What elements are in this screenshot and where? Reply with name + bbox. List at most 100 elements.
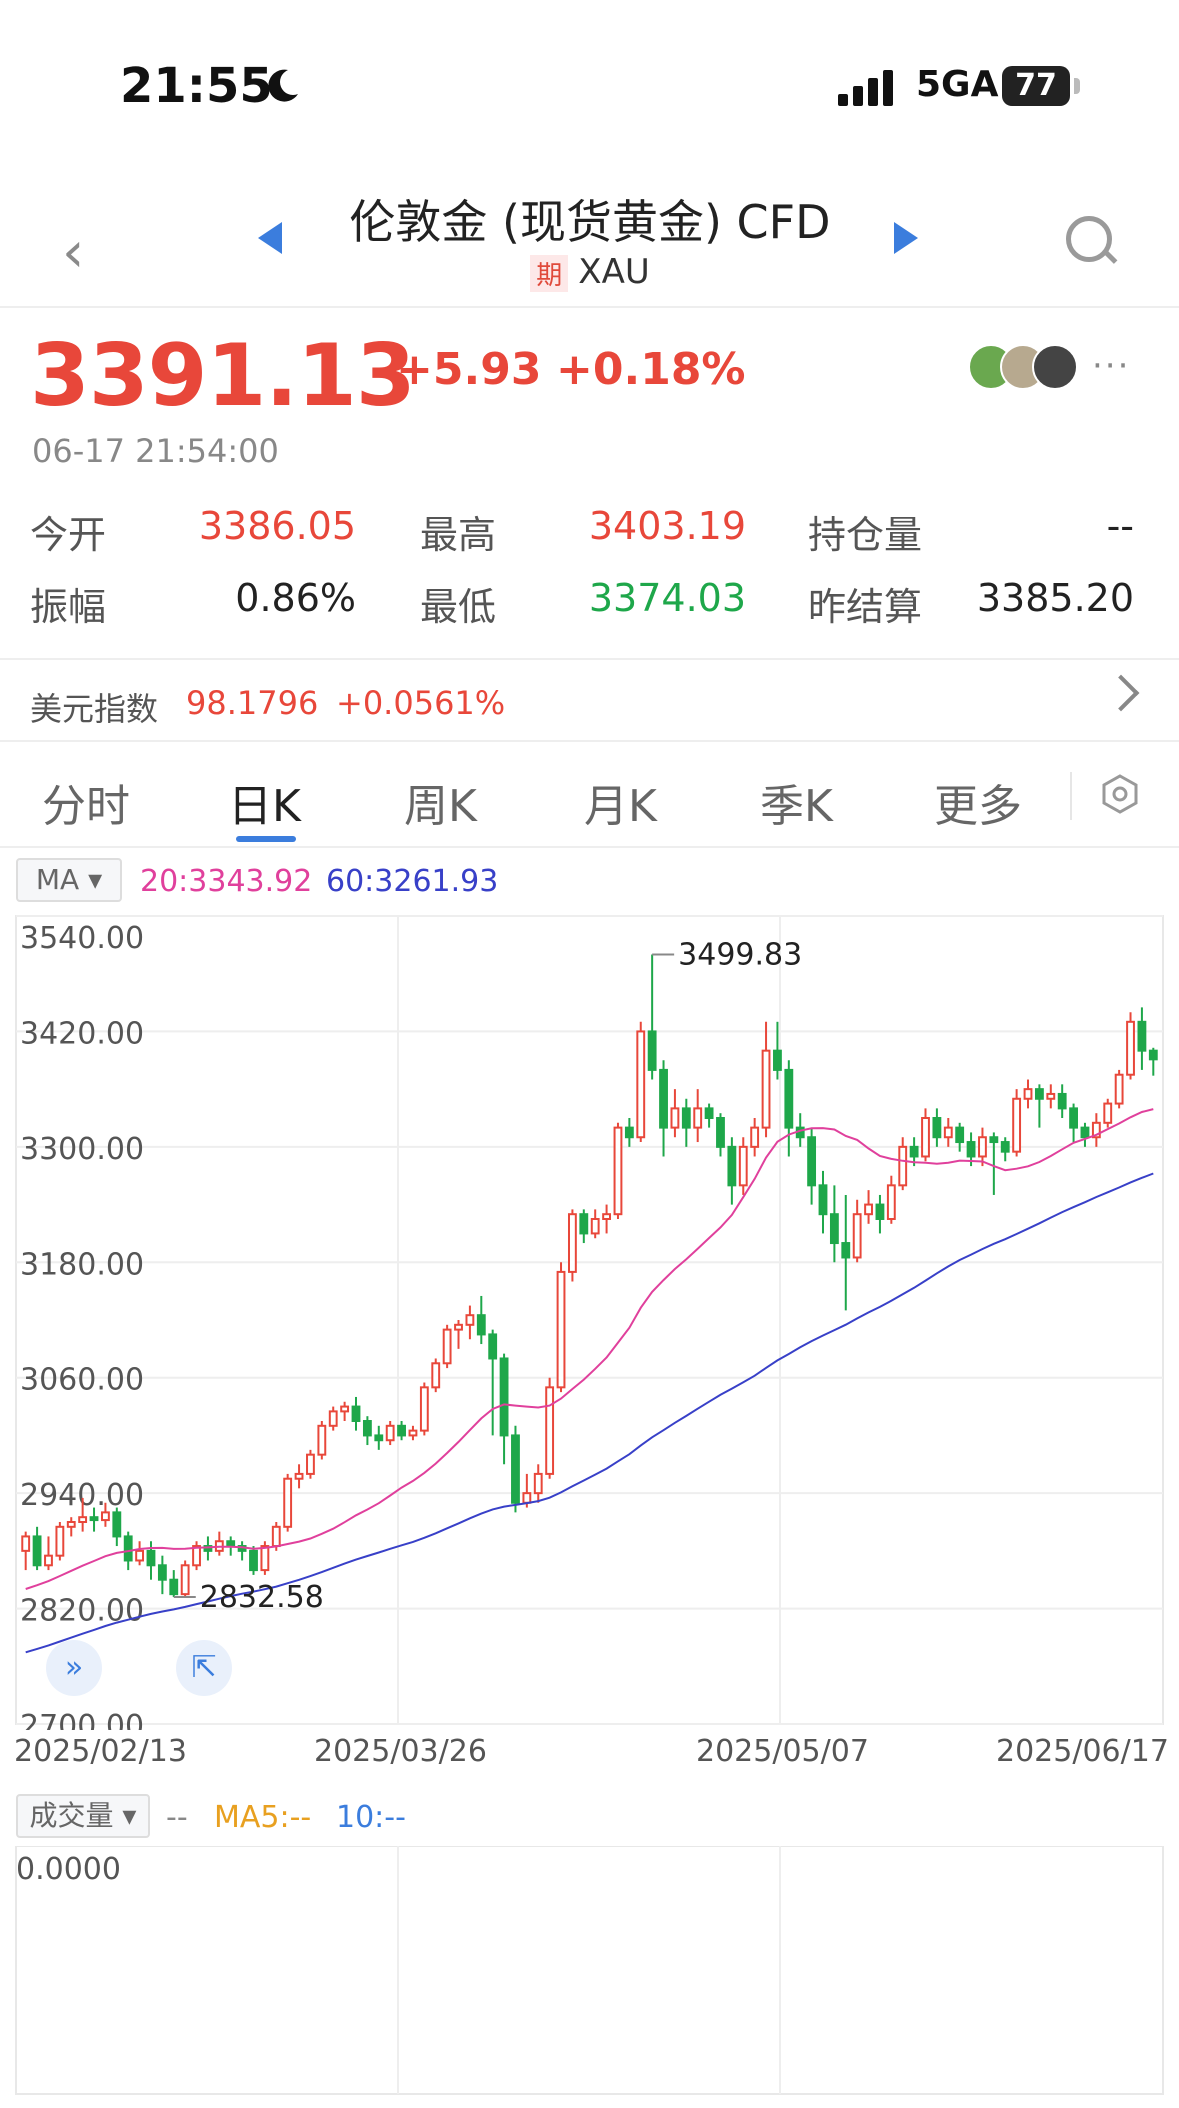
candle-body <box>750 1126 760 1148</box>
candle-body <box>1000 1141 1010 1153</box>
candle-body <box>362 1420 372 1437</box>
volume-value: -- <box>166 1800 188 1835</box>
candle-body <box>157 1564 167 1581</box>
candle-body <box>989 1136 999 1144</box>
candle-body <box>476 1314 486 1336</box>
candle-body <box>1069 1107 1078 1129</box>
candle-body <box>249 1549 258 1572</box>
candle-body <box>44 1554 53 1567</box>
kline-chart[interactable]: 3540.003420.003300.003180.003060.002940.… <box>0 900 1179 1730</box>
candle-body <box>408 1429 418 1437</box>
chevron-right-icon[interactable] <box>1102 674 1140 712</box>
candle-body <box>351 1405 361 1423</box>
status-time: 21:55 <box>120 58 273 114</box>
candle-body <box>89 1516 99 1522</box>
tab-daily[interactable]: 日K <box>228 770 301 834</box>
tab-monthly[interactable]: 月K <box>584 770 657 834</box>
candle-body <box>180 1564 190 1596</box>
symbol-code: XAU <box>578 252 650 292</box>
prev-symbol-icon[interactable] <box>258 222 282 254</box>
candle-body <box>283 1477 293 1528</box>
candle-body <box>943 1126 953 1139</box>
fullscreen-icon[interactable]: ⇱ <box>176 1640 232 1696</box>
ma20-value: 20:3343.92 <box>140 864 313 899</box>
candle-body <box>1057 1092 1067 1110</box>
max-price-label: 3499.83 <box>678 937 802 972</box>
candle-body <box>556 1270 566 1389</box>
low-value: 3374.03 <box>588 576 746 620</box>
high-label: 最高 <box>420 513 497 557</box>
candle-body <box>818 1184 828 1216</box>
futures-badge: 期 <box>530 255 569 292</box>
battery-icon: 77 <box>1002 66 1070 106</box>
more-icon[interactable]: ··· <box>1092 346 1130 386</box>
candle-body <box>533 1472 543 1495</box>
tab-quarterly[interactable]: 季K <box>760 770 833 834</box>
candle-body <box>101 1511 110 1522</box>
candle-body <box>522 1492 532 1504</box>
back-icon[interactable]: ‹ <box>62 220 84 285</box>
candle-body <box>670 1107 680 1129</box>
tab-more[interactable]: 更多 <box>934 770 1022 834</box>
volume-axis-label: 0.0000 <box>16 1852 121 1887</box>
candle-body <box>169 1578 179 1596</box>
candle-body <box>385 1424 395 1442</box>
candle-body <box>681 1107 691 1129</box>
indicator-select[interactable]: MA ▾ <box>16 858 122 902</box>
candle-body <box>852 1213 862 1259</box>
amplitude-value: 0.86% <box>235 576 356 620</box>
open-value: 3386.05 <box>198 504 356 548</box>
volume-select-label: 成交量 <box>29 1799 114 1832</box>
high-value: 3403.19 <box>588 504 746 548</box>
ma60-line <box>25 1172 1154 1654</box>
candle-body <box>1023 1088 1033 1100</box>
next-symbol-icon[interactable] <box>894 222 918 254</box>
candle-body <box>1114 1073 1124 1105</box>
y-tick-label: 3180.00 <box>20 1247 144 1282</box>
candle-body <box>864 1203 873 1216</box>
candle-body <box>636 1030 646 1139</box>
divider <box>0 740 1179 742</box>
page-title: 伦敦金 (现货黄金) CFD <box>349 195 831 249</box>
volume-chart <box>15 1846 1164 2095</box>
y-tick-label: 3420.00 <box>20 1016 144 1051</box>
candle-body <box>909 1145 919 1158</box>
candle-body <box>716 1117 725 1148</box>
usd-index-change: +0.0561% <box>336 684 506 722</box>
candle-body <box>567 1213 577 1273</box>
volume-select[interactable]: 成交量 ▾ <box>16 1794 150 1838</box>
avatar[interactable] <box>1032 344 1078 390</box>
candle-body <box>135 1549 145 1562</box>
y-tick-label: 2820.00 <box>20 1594 144 1629</box>
candle-body <box>306 1453 315 1475</box>
candle-body <box>1012 1097 1022 1153</box>
usd-index-label[interactable]: 美元指数 <box>30 684 158 730</box>
moon-icon <box>268 69 298 102</box>
divider <box>0 306 1179 308</box>
candle-body <box>465 1314 475 1326</box>
search-icon-handle <box>1102 249 1118 264</box>
candle-body <box>1034 1088 1044 1100</box>
candle-body <box>545 1386 555 1475</box>
candle-body <box>260 1545 270 1572</box>
candle-body <box>886 1184 896 1221</box>
divider <box>0 846 1179 848</box>
candle-body <box>898 1145 908 1187</box>
prev-settle-label: 昨结算 <box>808 585 923 629</box>
candle-body <box>1080 1126 1090 1139</box>
expand-icon[interactable]: » <box>46 1640 102 1696</box>
candle-body <box>1137 1020 1147 1052</box>
candle-body <box>579 1213 589 1235</box>
signal-icon <box>838 70 898 106</box>
tab-weekly[interactable]: 周K <box>404 770 477 834</box>
plot-frame <box>15 915 1164 1725</box>
amplitude-label: 振幅 <box>30 585 107 629</box>
low-label: 最低 <box>420 585 497 629</box>
candle-body <box>659 1068 668 1129</box>
candle-body <box>1103 1102 1113 1124</box>
gear-icon[interactable] <box>1100 774 1140 814</box>
candle-body <box>613 1126 623 1216</box>
candle-body <box>829 1213 839 1245</box>
x-tick-label: 2025/05/07 <box>696 1734 869 1769</box>
tab-intraday[interactable]: 分时 <box>42 770 130 834</box>
